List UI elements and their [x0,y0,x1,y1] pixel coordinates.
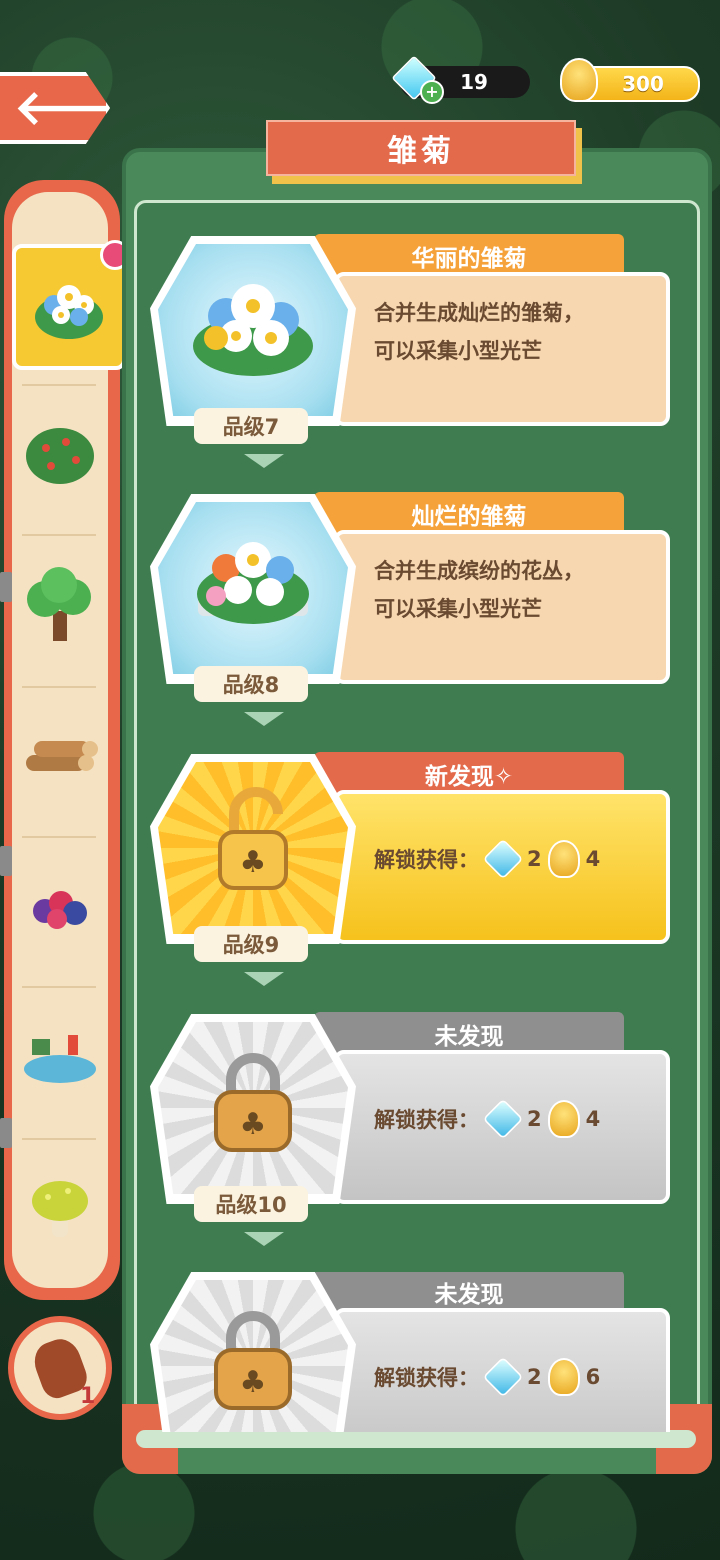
padlock-icon: ♣ [214,1311,292,1410]
reward-gold-count: 4 [585,1107,601,1131]
sidebar-item-mushrooms[interactable] [14,1152,106,1262]
svg-text:♣: ♣ [240,1365,267,1400]
panel-bottom-rail [136,1430,696,1448]
reward-gem-count: 2 [527,847,542,871]
fruit-bush-icon [26,428,94,484]
gem-icon [482,1356,524,1398]
item-frame: ♣ [150,1272,356,1432]
item-frame: ♣ 品级9 [150,754,356,962]
sidebar-separator [22,1138,96,1140]
unlock-reward: 解锁获得： 2 6 [374,1356,601,1398]
description-line: 可以采集小型光芒 [374,339,542,363]
description-line: 可以采集小型光芒 [374,597,542,621]
sidebar-separator [22,686,96,688]
sidebar-separator [22,384,96,386]
item-description: 合并生成灿烂的雏菊， 可以采集小型光芒 [374,294,654,370]
sidebar-scroll-tick [0,572,12,602]
item-frame: 品级7 [150,236,356,444]
sidebar-separator [22,986,96,988]
gem-icon [482,838,524,880]
item-card: 合并生成灿烂的雏菊， 可以采集小型光芒 [334,272,670,426]
sidebar-item-berries[interactable] [14,850,106,960]
reward-label: 解锁获得： [374,848,479,872]
item-description: 合并生成缤纷的花丛， 可以采集小型光芒 [374,552,654,628]
sidebar-item-bushes[interactable] [14,398,106,508]
svg-text:♣: ♣ [240,845,267,880]
sidebar-scroll-tick [0,1118,12,1148]
item-frame: ♣ 品级10 [150,1014,356,1222]
description-line: 合并生成缤纷的花丛， [374,559,584,583]
reward-label: 解锁获得： [374,1366,479,1390]
sidebar-item-wood[interactable] [14,700,106,810]
gold-statue-icon [560,58,598,102]
padlock-icon: ♣ [214,1053,292,1152]
gold-statue-icon [547,840,580,878]
gem-icon [482,1098,524,1140]
reward-gem-count: 2 [527,1107,542,1131]
mushroom-icon [32,1181,88,1237]
sidebar-separator [22,534,96,536]
daisy-bouquet-icon [193,284,313,376]
sidebar-scroll-tick [0,846,12,876]
grade-label: 品级10 [194,1186,308,1222]
unlock-reward: 解锁获得： 2 4 [374,1098,601,1140]
list-item[interactable]: 未发现 解锁获得： 2 4 ♣ 品级10 [150,1012,672,1224]
item-card: 合并生成缤纷的花丛， 可以采集小型光芒 [334,530,670,684]
item-card: 解锁获得： 2 4 [334,790,670,944]
sidebar-item-trees[interactable] [14,550,106,660]
page-title: 雏菊 [387,134,455,169]
list-item[interactable]: 新发现✧ 解锁获得： 2 4 ♣ 品级9 [150,752,672,964]
sidebar-separator [22,836,96,838]
hint-button[interactable] [8,1316,112,1420]
pond-icon [24,1035,96,1083]
reward-gold-count: 6 [585,1365,601,1389]
list-item[interactable]: 灿烂的雏菊 合并生成缤纷的花丛， 可以采集小型光芒 品级8 [150,492,672,704]
grade-label: 品级8 [194,666,308,702]
open-padlock-icon: ♣ [218,787,288,890]
grade-label: 品级9 [194,926,308,962]
flower-bush-icon [197,542,309,624]
reward-gem-count: 2 [527,1365,542,1389]
gold-statue-icon [547,1100,580,1138]
sidebar-item-flowers[interactable] [12,240,130,370]
tree-icon [27,567,91,641]
flower-bouquet-icon [35,285,103,339]
reward-label: 解锁获得： [374,1108,479,1132]
unlock-reward: 解锁获得： 2 4 [374,838,601,880]
item-card: 解锁获得： 2 6 [334,1308,670,1432]
hint-count: 1 [80,1384,96,1409]
item-card: 解锁获得： 2 4 [334,1050,670,1204]
page-title-ribbon: 雏菊 [266,120,576,176]
gold-statue-icon [547,1358,580,1396]
gem-counter[interactable]: + 19 [391,55,530,104]
reward-gold-count: 4 [585,847,601,871]
wood-logs-icon [26,741,98,771]
description-line: 合并生成灿烂的雏菊， [374,301,584,325]
gold-counter: 300 [560,58,700,102]
list-item[interactable]: 未发现 解锁获得： 2 6 ♣ [150,1272,672,1432]
list-item[interactable]: 华丽的雏菊 合并生成灿烂的雏菊， 可以采集小型光芒 品级7 [150,234,672,446]
berries-icon [33,891,87,929]
sidebar-item-ponds[interactable] [14,1002,106,1112]
item-frame: 品级8 [150,494,356,702]
svg-text:♣: ♣ [240,1107,267,1142]
grade-label: 品级7 [194,408,308,444]
add-gem-icon[interactable]: + [420,80,444,104]
